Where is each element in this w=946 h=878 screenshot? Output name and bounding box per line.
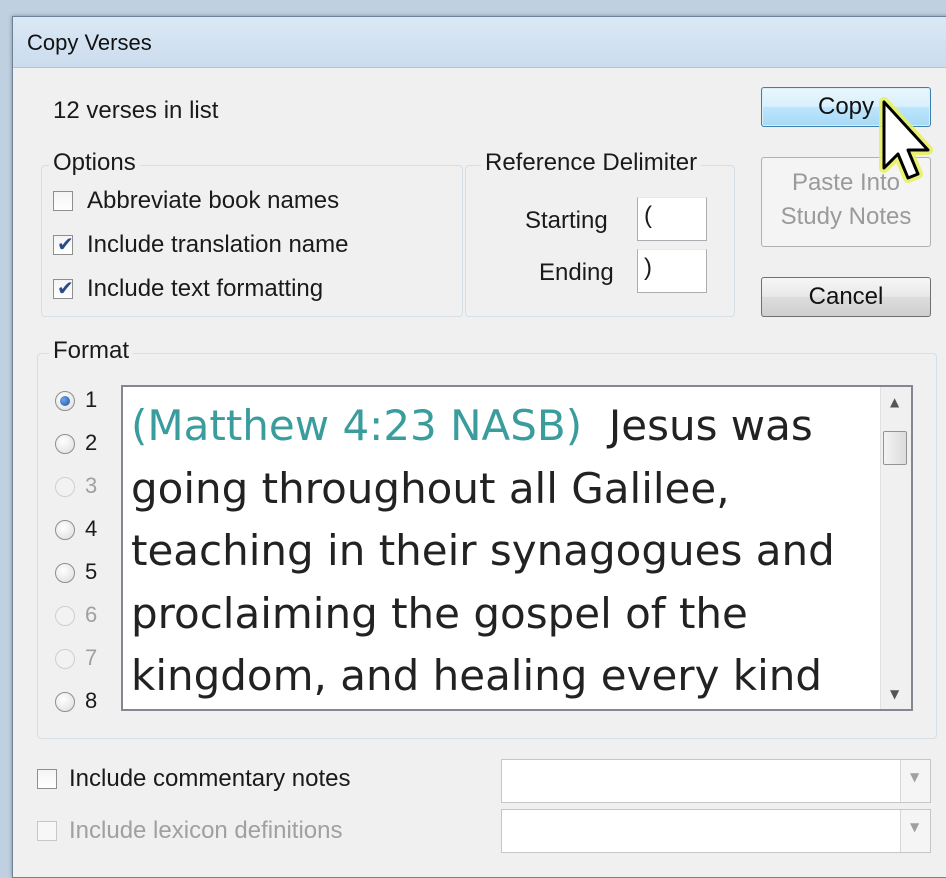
scroll-down-arrow-icon[interactable]: ▼	[890, 687, 899, 701]
format-radio-5-label: 5	[85, 559, 98, 584]
preview-content: (Matthew 4:23 NASB) Jesus was going thro…	[131, 395, 871, 709]
format-radio-3[interactable]	[55, 477, 75, 497]
format-group-title: Format	[49, 337, 134, 365]
scrollbar-thumb[interactable]	[883, 431, 907, 465]
reference-delimiter-group-title: Reference Delimiter	[481, 149, 702, 177]
preview-reference: (Matthew 4:23 NASB)	[131, 401, 583, 450]
include-translation-name-label: Include translation name	[87, 231, 349, 258]
check-icon: ✔	[57, 276, 74, 300]
include-commentary-notes-checkbox[interactable]	[37, 769, 57, 789]
starting-delimiter-label: Starting	[525, 207, 608, 234]
radio-selected-dot	[60, 396, 70, 406]
ending-delimiter-input[interactable]: )	[637, 249, 707, 293]
include-translation-name-checkbox[interactable]: ✔	[53, 232, 74, 256]
commentary-dropdown-button[interactable]: ▼	[900, 760, 930, 802]
format-radio-7-label: 7	[85, 645, 98, 670]
mouse-pointer-icon	[879, 97, 933, 183]
lexicon-select[interactable]: ▼	[501, 809, 931, 853]
reference-delimiter-group	[465, 165, 735, 317]
format-radio-1-label: 1	[85, 387, 98, 412]
scroll-up-arrow-icon[interactable]: ▲	[890, 395, 899, 409]
include-lexicon-definitions-label: Include lexicon definitions	[69, 817, 343, 844]
format-radio-1[interactable]	[55, 391, 75, 411]
format-radio-4-label: 4	[85, 516, 98, 541]
chevron-down-icon: ▼	[910, 820, 920, 834]
chevron-down-icon: ▼	[910, 770, 920, 784]
cancel-button[interactable]: Cancel	[761, 277, 931, 317]
abbreviate-book-names-checkbox[interactable]	[53, 191, 73, 211]
format-preview-textarea[interactable]: (Matthew 4:23 NASB) Jesus was going thro…	[121, 385, 913, 711]
include-text-formatting-label: Include text formatting	[87, 275, 324, 302]
verse-count-label: 12 verses in list	[53, 97, 219, 124]
window-title: Copy Verses	[27, 30, 152, 55]
format-radio-3-label: 3	[85, 473, 98, 498]
check-icon: ✔	[57, 232, 74, 256]
abbreviate-book-names-label: Abbreviate book names	[87, 187, 340, 214]
format-radio-2[interactable]	[55, 434, 75, 454]
copy-verses-dialog: Copy Verses 12 verses in list Options Ab…	[12, 16, 946, 878]
starting-delimiter-input[interactable]: (	[637, 197, 707, 241]
title-bar[interactable]: Copy Verses	[13, 17, 946, 68]
format-radio-2-label: 2	[85, 430, 98, 455]
format-radio-6-label: 6	[85, 602, 98, 627]
format-radio-8[interactable]	[55, 692, 75, 712]
format-radio-5[interactable]	[55, 563, 75, 583]
format-radio-7[interactable]	[55, 649, 75, 669]
format-radio-4[interactable]	[55, 520, 75, 540]
include-commentary-notes-label: Include commentary notes	[69, 765, 351, 792]
include-text-formatting-checkbox[interactable]: ✔	[53, 276, 74, 300]
preview-scrollbar[interactable]: ▲ ▼	[880, 387, 911, 709]
format-radio-6[interactable]	[55, 606, 75, 626]
options-group-title: Options	[49, 149, 140, 177]
commentary-select[interactable]: ▼	[501, 759, 931, 803]
format-radio-8-label: 8	[85, 688, 98, 713]
ending-delimiter-label: Ending	[539, 259, 614, 286]
lexicon-dropdown-button[interactable]: ▼	[900, 810, 930, 852]
include-lexicon-definitions-checkbox[interactable]	[37, 821, 57, 841]
paste-button-line2: Study Notes	[780, 203, 912, 230]
